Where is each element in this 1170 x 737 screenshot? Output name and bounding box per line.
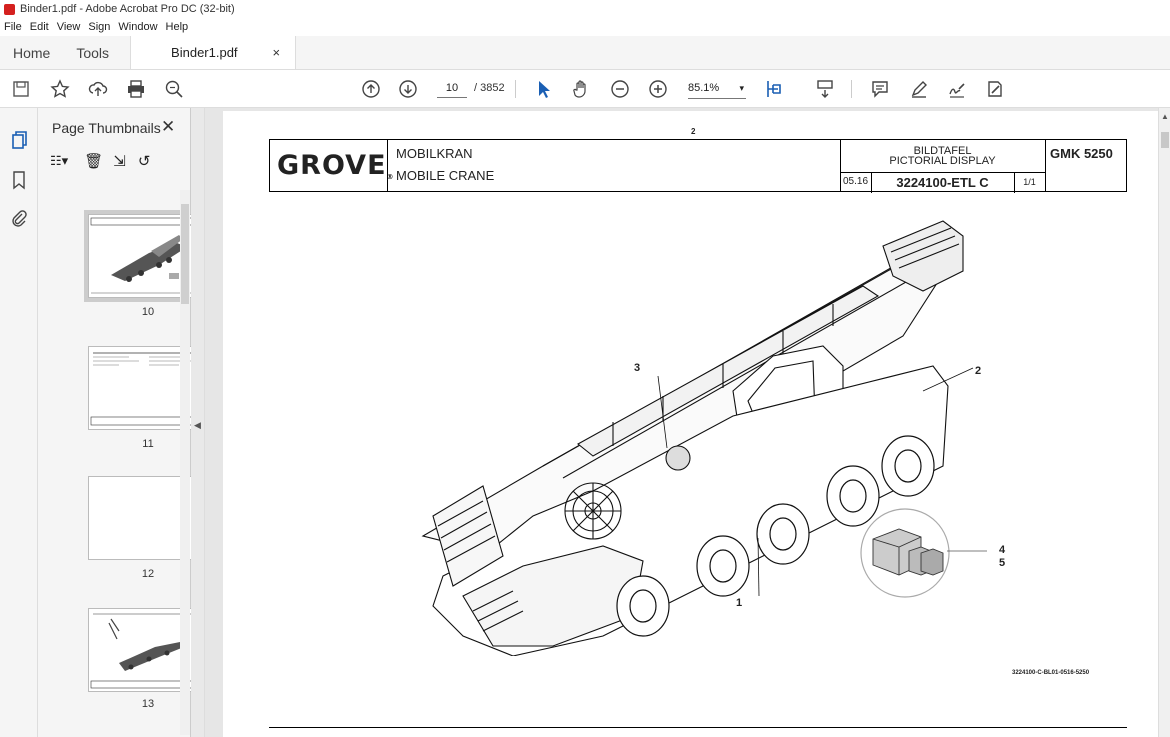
- panel-toolbar: ☷▾ 🗑 ⇲ ↺: [50, 150, 150, 172]
- save-icon[interactable]: [10, 78, 32, 100]
- tab-close-icon[interactable]: ×: [273, 45, 281, 60]
- title-block: GROVE® MOBILKRAN MOBILE CRANE BILDTAFEL …: [269, 139, 1127, 193]
- scroll-mode-icon[interactable]: [814, 78, 836, 100]
- zoom-in-icon[interactable]: [647, 78, 669, 100]
- thumbnail-page-12[interactable]: [88, 476, 208, 560]
- callout-2: 2: [975, 365, 982, 377]
- cloud-upload-icon[interactable]: [87, 78, 109, 100]
- grove-logo: GROVE®: [277, 150, 395, 181]
- toolbar-divider: [851, 80, 852, 98]
- title-bar: Binder1.pdf - Adobe Acrobat Pro DC (32-b…: [0, 0, 1170, 18]
- scrollbar-thumb[interactable]: [181, 204, 189, 304]
- part-number: 3224100-ETL C: [896, 175, 989, 190]
- document-viewer: 2 GROVE® MOBILKRAN MOBILE CRANE BILDTAFE…: [205, 108, 1170, 737]
- menu-view[interactable]: View: [57, 21, 81, 33]
- select-arrow-icon[interactable]: [533, 78, 555, 100]
- previous-page-icon[interactable]: [360, 78, 382, 100]
- next-page-icon[interactable]: [397, 78, 419, 100]
- panel-title: Page Thumbnails: [52, 120, 161, 136]
- collapse-arrow-icon: ◀: [194, 420, 201, 430]
- delete-page-icon[interactable]: 🗑: [84, 152, 103, 170]
- thumbnail-label: 10: [141, 306, 155, 318]
- callout-3: 3: [634, 362, 641, 374]
- print-icon[interactable]: [125, 78, 147, 100]
- model: GMK 5250: [1050, 146, 1113, 161]
- acrobat-icon: [4, 3, 15, 15]
- menu-help[interactable]: Help: [166, 21, 189, 33]
- window-title: Binder1.pdf - Adobe Acrobat Pro DC (32-b…: [20, 3, 235, 15]
- thumbnails-scrollbar[interactable]: [180, 190, 190, 735]
- scrollbar-thumb[interactable]: [1161, 132, 1169, 148]
- fit-page-icon[interactable]: [764, 78, 786, 100]
- toolbar-divider: [515, 80, 516, 98]
- tab-tools[interactable]: Tools: [63, 36, 122, 69]
- callout-1: 1: [736, 597, 743, 609]
- cell-divider: [387, 140, 388, 191]
- thumbnail-page-10[interactable]: [84, 210, 212, 302]
- panel-collapse-handle[interactable]: ◀: [191, 108, 205, 737]
- fill-form-icon[interactable]: [984, 78, 1006, 100]
- insert-page-icon[interactable]: ⇲: [113, 152, 126, 170]
- menu-edit[interactable]: Edit: [30, 21, 49, 33]
- display-en: PICTORIAL DISPLAY: [889, 155, 996, 167]
- comment-icon[interactable]: [869, 78, 891, 100]
- highlight-pen-icon[interactable]: [908, 78, 930, 100]
- menu-window[interactable]: Window: [118, 21, 157, 33]
- panel-close-icon[interactable]: ✕: [161, 117, 175, 137]
- tab-bar: Home Tools Binder1.pdf ×: [0, 36, 1170, 70]
- logo-text: GROVE: [277, 150, 387, 181]
- pdf-page: 2 GROVE® MOBILKRAN MOBILE CRANE BILDTAFE…: [223, 111, 1164, 737]
- left-rail: [0, 108, 38, 737]
- main-toolbar: 10 / 3852 85.1% ▾: [0, 70, 1170, 108]
- page-number-input[interactable]: 10: [437, 78, 467, 98]
- cell-divider: [1045, 140, 1046, 191]
- zoom-level-select[interactable]: 85.1% ▾: [688, 78, 746, 99]
- zoom-out-icon[interactable]: [609, 78, 631, 100]
- thumbnail-label: 11: [142, 438, 154, 450]
- attachments-icon[interactable]: [9, 208, 29, 228]
- thumbnail-page-11[interactable]: [88, 346, 208, 430]
- workspace: Page Thumbnails ✕ ☷▾ 🗑 ⇲ ↺ 10 11 12 13 ◀…: [0, 108, 1170, 737]
- menu-bar: File Edit View Sign Window Help: [0, 18, 1170, 36]
- sheet: 1/1: [1023, 177, 1036, 187]
- zoom-search-icon[interactable]: [163, 78, 185, 100]
- tab-document[interactable]: Binder1.pdf ×: [130, 36, 297, 69]
- zoom-level-value: 85.1%: [688, 82, 720, 94]
- bookmarks-icon[interactable]: [9, 170, 29, 190]
- document-scrollbar[interactable]: ▲: [1158, 108, 1170, 737]
- tab-document-label: Binder1.pdf: [171, 45, 238, 60]
- menu-sign[interactable]: Sign: [88, 21, 110, 33]
- tab-home[interactable]: Home: [0, 36, 63, 69]
- title-de: MOBILKRAN: [396, 146, 473, 161]
- container-detail-circle: [860, 508, 987, 598]
- rotate-page-icon[interactable]: ↺: [138, 152, 151, 170]
- page-footer-rule: [269, 727, 1127, 728]
- thumbnail-label: 12: [141, 568, 155, 580]
- page-thumbnails-icon[interactable]: [9, 130, 29, 150]
- page-total: / 3852: [474, 82, 505, 94]
- date: 05.16: [843, 176, 869, 187]
- thumbnail-page-13[interactable]: [88, 608, 208, 692]
- hand-tool-icon[interactable]: [570, 78, 592, 100]
- bookmark-star-icon[interactable]: [49, 78, 71, 100]
- page-marker: 2: [691, 127, 696, 136]
- thumbnails-panel: Page Thumbnails ✕ ☷▾ 🗑 ⇲ ↺ 10 11 12 13: [38, 108, 212, 737]
- title-en: MOBILE CRANE: [396, 168, 495, 183]
- menu-file[interactable]: File: [4, 21, 22, 33]
- sign-icon[interactable]: [946, 78, 968, 100]
- scroll-up-icon[interactable]: ▲: [1161, 112, 1169, 121]
- chevron-down-icon: ▾: [739, 83, 744, 93]
- thumbnail-label: 13: [141, 698, 155, 710]
- thumbnail-options-icon[interactable]: ☷▾: [50, 153, 68, 169]
- drawing-reference: 3224100-C-BL01-0516-5250: [1012, 670, 1090, 676]
